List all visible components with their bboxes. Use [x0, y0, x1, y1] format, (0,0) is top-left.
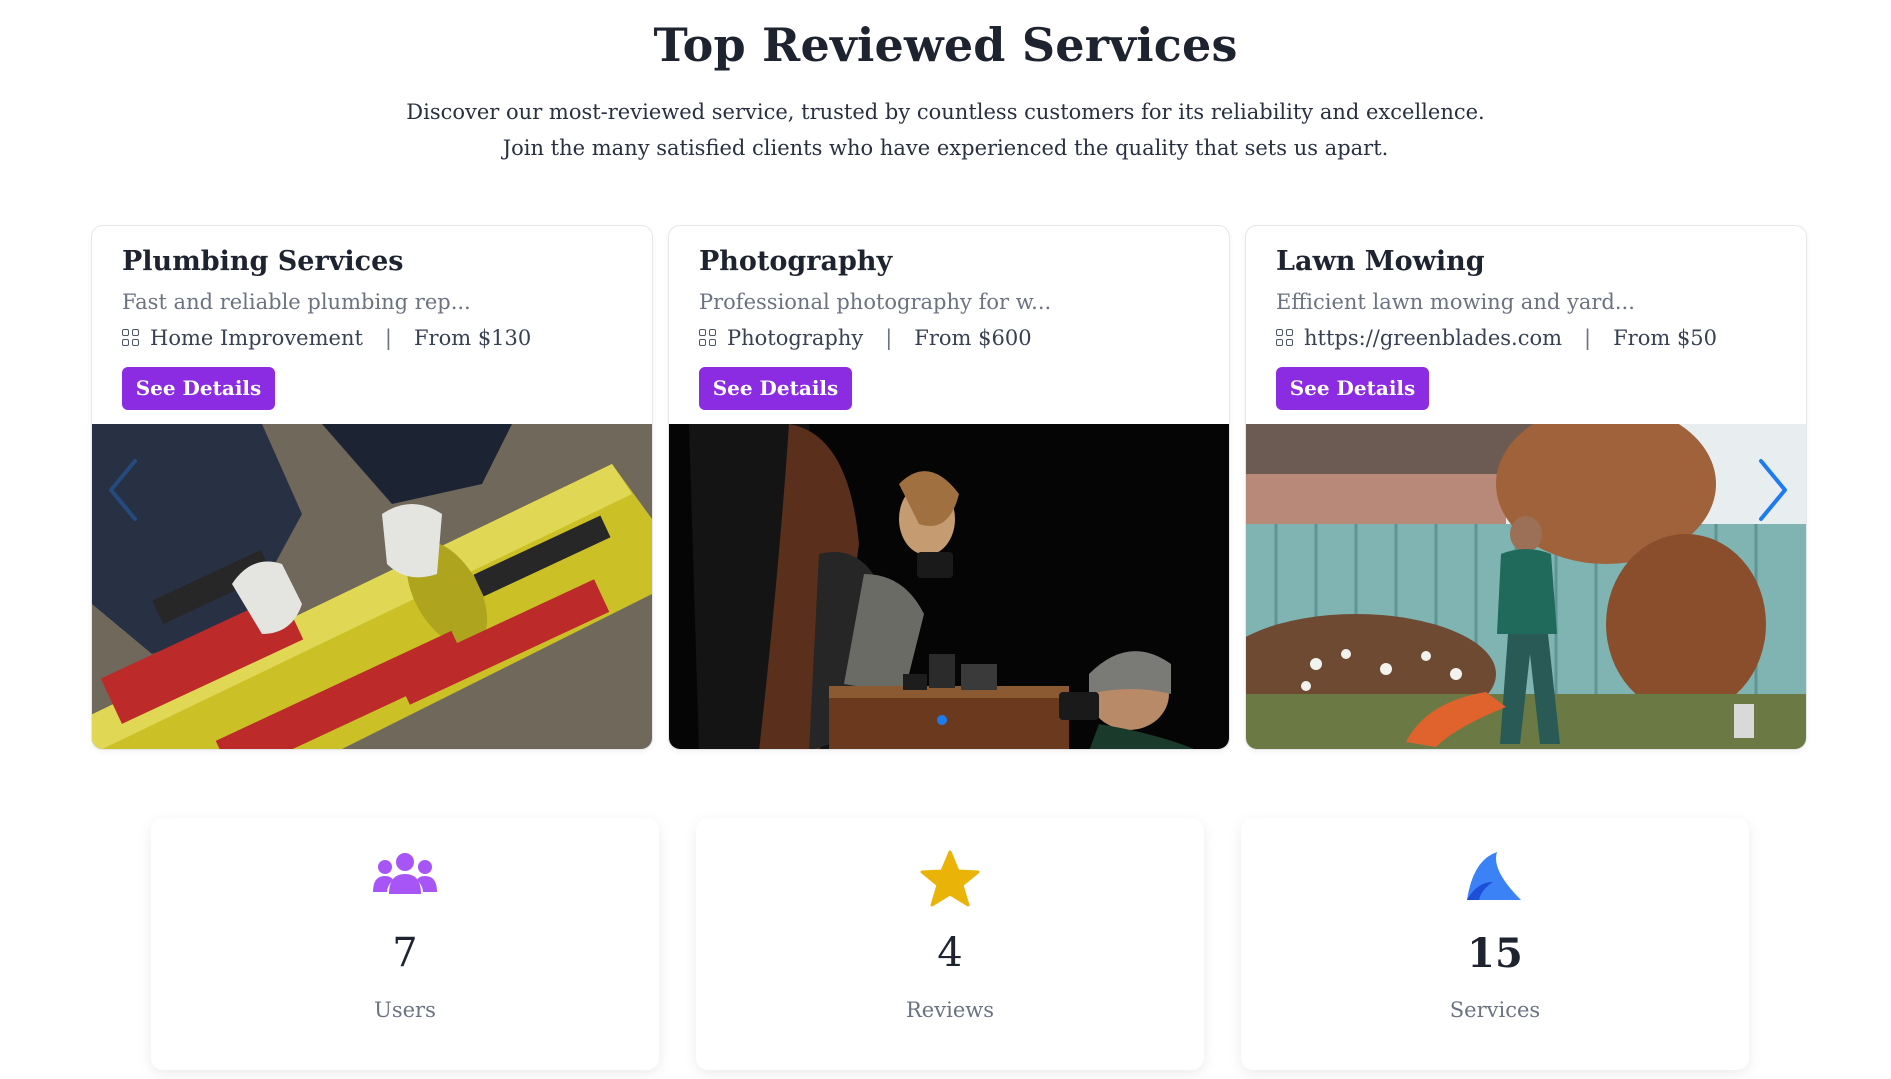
stat-card-reviews: 4 Reviews: [696, 818, 1204, 1070]
service-card-photography[interactable]: Photography Professional photography for…: [668, 225, 1230, 750]
fin-icon: [1465, 850, 1525, 906]
service-card-lawn-mowing[interactable]: Lawn Mowing Efficient lawn mowing and ya…: [1245, 225, 1807, 750]
meta-divider: |: [1584, 326, 1592, 350]
category-grid-icon: [699, 329, 717, 347]
service-title: Lawn Mowing: [1276, 246, 1485, 277]
service-meta: Home Improvement | From $130: [122, 326, 531, 350]
users-icon: [373, 850, 437, 902]
carousel-pagination-dot[interactable]: [937, 715, 947, 725]
services-carousel[interactable]: Plumbing Services Fast and reliable plum…: [91, 225, 1807, 750]
service-price: From $130: [413, 326, 532, 350]
see-details-button[interactable]: See Details: [699, 367, 852, 410]
service-category: Home Improvement: [150, 326, 363, 350]
service-image-lawn-mowing: [1246, 424, 1806, 749]
service-title: Plumbing Services: [122, 246, 404, 277]
stat-label: Users: [374, 998, 436, 1022]
chevron-left-icon: [109, 459, 137, 521]
service-category: Photography: [727, 326, 864, 350]
service-card-plumbing[interactable]: Plumbing Services Fast and reliable plum…: [91, 225, 653, 750]
page: Top Reviewed Services Discover our most-…: [0, 0, 1891, 1079]
service-price: From $600: [914, 326, 1032, 350]
service-description: Efficient lawn mowing and yard...: [1276, 290, 1635, 314]
chevron-right-icon: [1759, 459, 1787, 521]
stat-card-services: 15 Services: [1241, 818, 1749, 1070]
stat-value: 15: [1467, 930, 1523, 977]
stat-label: Reviews: [906, 998, 994, 1022]
star-icon: [920, 850, 980, 912]
service-title: Photography: [699, 246, 893, 277]
section-title: Top Reviewed Services: [653, 18, 1238, 72]
subtitle-line-2: Join the many satisfied clients who have…: [502, 136, 1389, 160]
service-description: Fast and reliable plumbing rep...: [122, 290, 471, 314]
service-price: From $50: [1613, 326, 1718, 350]
see-details-button[interactable]: See Details: [1276, 367, 1429, 410]
category-grid-icon: [122, 329, 140, 347]
category-grid-icon: [1276, 329, 1294, 347]
subtitle-line-1: Discover our most-reviewed service, trus…: [406, 100, 1485, 124]
stat-value: 4: [937, 930, 963, 976]
stat-value: 7: [392, 930, 418, 976]
meta-divider: |: [384, 326, 392, 350]
service-image-plumbing: [92, 424, 652, 749]
carousel-prev-button[interactable]: [103, 455, 143, 525]
service-meta: Photography | From $600: [699, 326, 1032, 350]
stat-card-users: 7 Users: [151, 818, 659, 1070]
service-category: https://greenblades.com: [1304, 326, 1563, 350]
stat-label: Services: [1449, 998, 1541, 1022]
carousel-next-button[interactable]: [1753, 455, 1793, 525]
service-description: Professional photography for w...: [699, 290, 1052, 314]
see-details-button[interactable]: See Details: [122, 367, 275, 410]
service-image-photography: [669, 424, 1229, 749]
section-subtitle: Discover our most-reviewed service, trus…: [0, 94, 1891, 166]
meta-divider: |: [885, 326, 893, 350]
service-meta: https://greenblades.com | From $50: [1276, 326, 1717, 350]
